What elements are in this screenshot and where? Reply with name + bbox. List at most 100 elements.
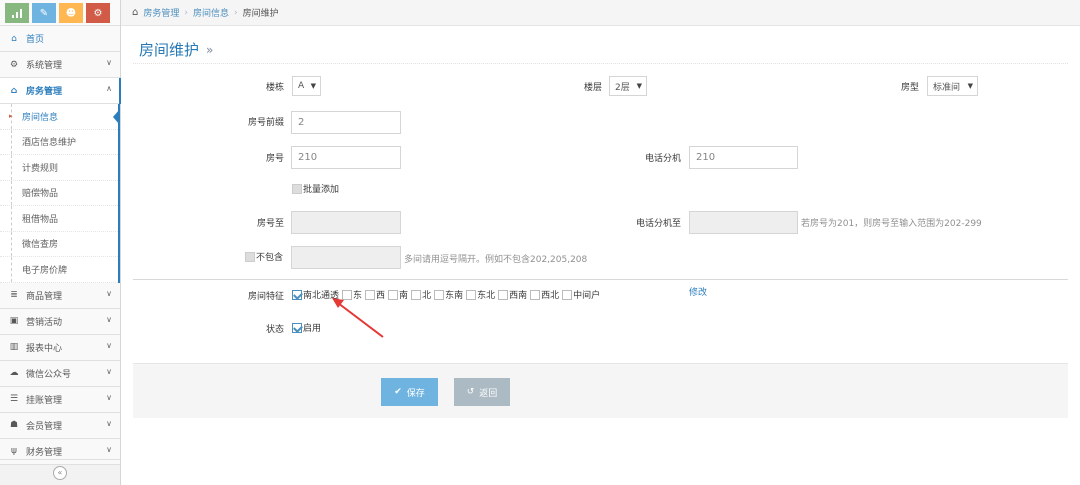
undo-icon: ↺: [466, 387, 475, 397]
sidebar-item-home[interactable]: ⌂ 首页: [0, 26, 120, 52]
save-button-label: 保存: [406, 388, 425, 399]
room-number-input[interactable]: [291, 146, 401, 169]
sidebar-subitem-wechat-check[interactable]: 微信查房: [0, 231, 118, 257]
group-icon: ☗: [9, 420, 19, 430]
feature-label: 北: [422, 291, 432, 301]
breadcrumb-link-rooms[interactable]: 房务管理: [143, 6, 179, 19]
feature-option[interactable]: 东北: [466, 288, 496, 301]
users-icon[interactable]: ☻: [59, 3, 83, 23]
feature-label: 中间户: [573, 291, 601, 301]
feature-checkbox[interactable]: [292, 289, 302, 300]
subitem-label: 微信查房: [22, 240, 59, 251]
batch-add-checkbox-line[interactable]: 批量添加: [292, 182, 339, 195]
breadcrumb-current: 房间维护: [242, 9, 279, 19]
pencil-icon[interactable]: ✎: [32, 3, 56, 23]
building-select[interactable]: A ▼: [292, 76, 321, 96]
back-button-label: 返回: [479, 388, 498, 399]
gift-icon: ▣: [9, 316, 19, 326]
chevron-down-icon: ∨: [106, 58, 112, 67]
double-chevron-left-icon[interactable]: «: [53, 465, 67, 480]
feature-checkbox[interactable]: [411, 289, 422, 300]
chevron-down-icon: ∨: [106, 314, 112, 324]
feature-option[interactable]: 东南: [434, 288, 464, 301]
phone-ext-input[interactable]: [689, 146, 798, 169]
feature-label: 东南: [445, 291, 464, 301]
database-icon: ≣: [10, 290, 18, 300]
sidebar-subitem-billing-rules[interactable]: 计费规则: [0, 155, 118, 181]
sidebar-collapse-toggle[interactable]: «: [0, 459, 120, 485]
chevron-down-icon: ∨: [106, 340, 112, 350]
prefix-label: 房号前缀: [247, 118, 284, 128]
feature-checkbox[interactable]: [466, 289, 477, 300]
sidebar-subitem-room-info[interactable]: ▸ 房间信息: [0, 104, 119, 130]
sidebar-item-accounts[interactable]: ☰ 挂账管理 ∨: [0, 386, 120, 413]
back-button[interactable]: ↺ 返回: [454, 378, 510, 406]
gear-icon: ⚙: [9, 59, 19, 70]
room-type-select-value: 标准间: [933, 82, 961, 93]
batch-add-checkbox[interactable]: [292, 183, 302, 194]
chevron-down-icon: ∨: [106, 288, 112, 298]
shortcut-bar: ✎ ☻ ⚙: [0, 0, 120, 26]
sidebar-item-label: 报表中心: [26, 343, 63, 354]
feature-option[interactable]: 南: [388, 288, 409, 301]
modify-features-link[interactable]: 修改: [689, 285, 707, 298]
exclude-label: 不包含: [256, 253, 284, 263]
caret-down-icon: ▼: [636, 82, 642, 90]
building-select-value: A: [298, 81, 305, 91]
sidebar: ✎ ☻ ⚙ ⌂ 首页 ⚙ 系统管理 ∨ ⌂ 房务管理 ∧ ▸ 房间信息 酒店信息…: [0, 0, 121, 485]
chart-icon[interactable]: [5, 3, 29, 23]
cogs-icon[interactable]: ⚙: [86, 3, 110, 23]
feature-checkbox[interactable]: [562, 289, 573, 300]
caret-right-icon: ▸: [9, 112, 13, 120]
sidebar-subitem-hotel-info[interactable]: 酒店信息维护: [0, 129, 118, 155]
cutlery-icon: ψ: [11, 446, 17, 456]
feature-checkbox[interactable]: [530, 289, 541, 300]
feature-checkbox[interactable]: [498, 289, 509, 300]
feature-option[interactable]: 西南: [498, 288, 528, 301]
room-type-select[interactable]: 标准间 ▼: [927, 76, 978, 96]
exclude-checkbox[interactable]: [245, 251, 255, 262]
sidebar-item-label: 财务管理: [26, 447, 63, 458]
bank-icon: ⌂: [10, 85, 18, 96]
sidebar-subitem-rentals[interactable]: 租借物品: [0, 206, 118, 232]
feature-label: 西南: [509, 291, 528, 301]
room-number-to-input[interactable]: [291, 211, 401, 234]
save-button[interactable]: ✔ 保存: [381, 378, 438, 406]
phone-ext-to-input[interactable]: [689, 211, 798, 234]
sidebar-subitem-price-board[interactable]: 电子房价牌: [0, 257, 118, 283]
home-icon: ⌂: [11, 33, 17, 44]
sidebar-item-members[interactable]: ☗ 会员管理 ∨: [0, 412, 120, 439]
sidebar-subitem-compensation[interactable]: 赔偿物品: [0, 180, 118, 206]
feature-label: 东北: [477, 291, 496, 301]
feature-checkbox[interactable]: [434, 289, 445, 300]
exclude-input[interactable]: [291, 246, 401, 269]
subitem-label: 计费规则: [22, 163, 59, 174]
rooms-submenu: ▸ 房间信息 酒店信息维护 计费规则 赔偿物品 租借物品 微信查房 电子房价牌: [0, 104, 120, 283]
home-icon[interactable]: ⌂: [132, 7, 138, 18]
feature-option[interactable]: 北: [411, 288, 432, 301]
sidebar-item-wechat[interactable]: ☁ 微信公众号 ∨: [0, 360, 120, 387]
chevron-down-icon: ∨: [106, 444, 112, 454]
prefix-input[interactable]: [291, 111, 401, 134]
breadcrumb-link-room-info[interactable]: 房间信息: [193, 6, 229, 19]
page-title: 房间维护: [139, 41, 200, 59]
breadcrumb: ⌂ 房务管理 › 房间信息 › 房间维护: [121, 0, 1080, 26]
room-number-label: 房号: [265, 154, 284, 164]
enabled-checkbox[interactable]: [292, 322, 302, 333]
sidebar-item-marketing[interactable]: ▣ 营销活动 ∨: [0, 308, 120, 335]
ext-to-hint: 若房号为201，则房号至输入范围为202-299: [801, 219, 982, 229]
sidebar-item-label: 会员管理: [26, 421, 63, 432]
breadcrumb-separator: ›: [234, 7, 238, 18]
feature-option[interactable]: 中间户: [562, 288, 601, 301]
sidebar-item-reports[interactable]: ▥ 报表中心 ∨: [0, 334, 120, 361]
exclude-checkbox-line[interactable]: 不包含: [245, 250, 283, 263]
sidebar-item-rooms[interactable]: ⌂ 房务管理 ∧: [0, 78, 121, 104]
floor-select[interactable]: 2层 ▼: [609, 76, 647, 96]
sidebar-item-system[interactable]: ⚙ 系统管理 ∨: [0, 52, 120, 78]
cloud-icon: ☁: [9, 368, 19, 378]
feature-option[interactable]: 西北: [530, 288, 560, 301]
enabled-checkbox-line[interactable]: 启用: [292, 321, 321, 334]
phone-ext-to-label: 电话分机至: [635, 219, 681, 229]
sidebar-item-goods[interactable]: ≣ 商品管理 ∨: [0, 282, 120, 309]
subitem-label: 租借物品: [22, 214, 59, 225]
